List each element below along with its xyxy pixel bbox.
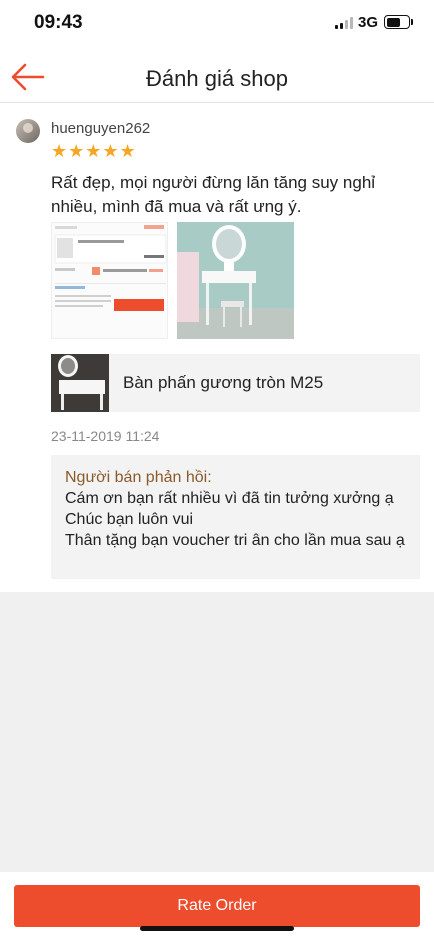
signal-icon [335, 17, 355, 29]
seller-reply: Người bán phản hồi: Cám ơn bạn rất nhiều… [51, 455, 420, 579]
home-indicator [140, 926, 294, 931]
product-row[interactable]: Bàn phấn gương tròn M25 [51, 354, 420, 412]
network-type: 3G [358, 14, 379, 31]
avatar[interactable] [16, 119, 40, 143]
review-text: Rất đẹp, mọi người đừng lăn tăng suy ngh… [51, 173, 376, 216]
status-bar: 09:43 3G [0, 0, 434, 48]
page-title: Đánh giá shop [146, 66, 288, 91]
username: huenguyen262 [51, 120, 151, 137]
screenshot-photo-image [52, 223, 167, 338]
seller-reply-label: Người bán phản hồi: [65, 469, 212, 486]
review-card: huenguyen262 ★★★★★ Rất đẹp, mọi người đừ… [0, 103, 434, 592]
product-name: Bàn phấn gương tròn M25 [123, 373, 324, 392]
review-photo-vanity[interactable] [177, 222, 294, 339]
status-time: 09:43 [34, 12, 83, 33]
rating-stars: ★★★★★ [51, 141, 137, 161]
vanity-photo-image [177, 222, 294, 339]
battery-icon [384, 15, 410, 29]
product-thumbnail-image [51, 354, 109, 412]
seller-reply-text: Cám ơn bạn rất nhiều vì đã tin tưởng xưở… [65, 490, 405, 549]
review-date: 23-11-2019 11:24 [51, 428, 160, 444]
review-photo-screenshot[interactable] [51, 222, 168, 339]
rate-order-button[interactable]: Rate Order [14, 885, 420, 927]
nav-bar: Đánh giá shop [0, 48, 434, 103]
product-thumbnail [51, 354, 109, 412]
battery-cap [411, 19, 413, 25]
